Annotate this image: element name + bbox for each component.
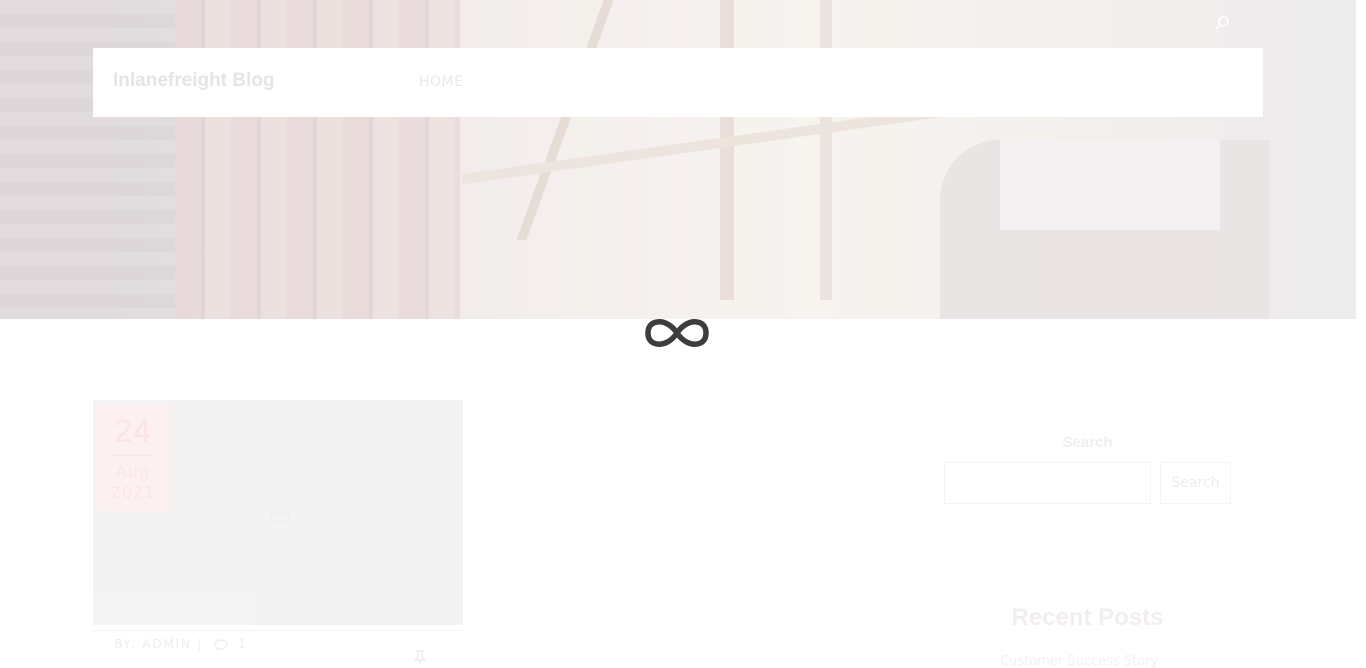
comment-icon <box>214 638 228 651</box>
search-button[interactable]: Search <box>1160 462 1231 504</box>
post-author[interactable]: BY: ADMIN | <box>114 636 203 651</box>
post-comment-count[interactable]: 1 <box>238 636 247 651</box>
card-divider <box>93 630 463 631</box>
post-category-badge[interactable]: UNCATEGORIZED <box>93 593 254 625</box>
search-input[interactable] <box>944 462 1151 504</box>
post-date-year: 2021 <box>110 483 156 502</box>
nav-item-home[interactable]: HOME <box>419 74 463 90</box>
post-date-day: 24 <box>114 413 152 449</box>
hero-crane <box>820 0 832 300</box>
site-brand-link[interactable]: Inlanefreight Blog <box>113 70 275 92</box>
hero-crane <box>720 0 734 300</box>
hero-ship-cabin <box>1000 140 1220 230</box>
search-icon <box>1215 16 1229 30</box>
search-widget-title: Search <box>1062 434 1113 451</box>
recent-post-link[interactable]: Customer Success Story <box>1000 654 1175 668</box>
pin-icon <box>413 650 427 665</box>
image-placeholder-icon <box>270 512 290 522</box>
post-date-month: Aug <box>115 462 151 481</box>
hero-crane <box>516 0 614 240</box>
main-navbar: Inlanefreight Blog HOME <box>93 48 1263 117</box>
infinity-loader-icon <box>645 319 709 347</box>
search-toggle-button[interactable] <box>1210 12 1234 34</box>
post-date-badge: 24 Aug 2021 <box>97 405 169 511</box>
recent-posts-title: Recent Posts <box>1011 604 1164 631</box>
post-meta: BY: ADMIN | 1 <box>114 636 247 651</box>
date-divider <box>111 455 155 456</box>
